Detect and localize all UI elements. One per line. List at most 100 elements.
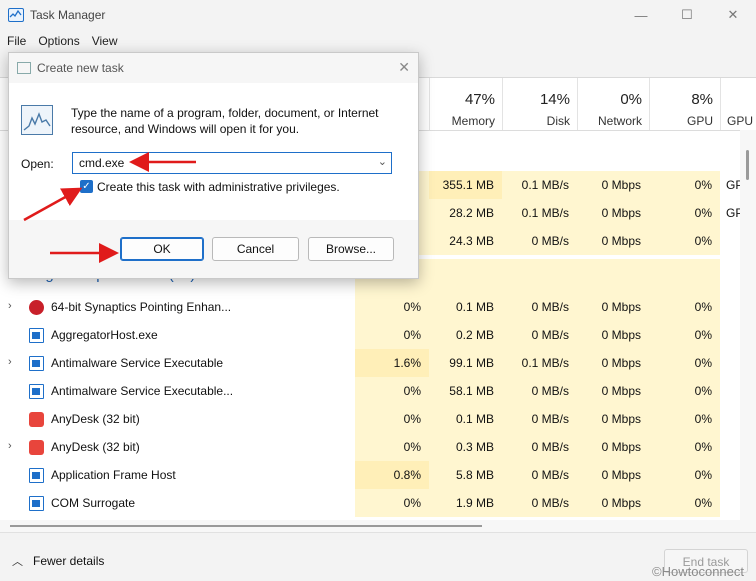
maximize-button[interactable]: ☐ — [664, 0, 710, 30]
menu-bar: File Options View — [0, 30, 756, 52]
gpu-engine-cell: GP — [726, 206, 742, 220]
gpu-cell: 0% — [649, 377, 720, 405]
network-cell: 0 Mbps — [577, 377, 649, 405]
network-cell: 0 Mbps — [577, 349, 649, 377]
memory-cell: 58.1 MB — [429, 377, 502, 405]
table-row[interactable]: Application Frame Host 0.8% 5.8 MB 0 MB/s 0 … — [0, 461, 740, 489]
admin-privileges-checkbox[interactable]: ✓ — [80, 180, 93, 193]
memory-cell: 99.1 MB — [429, 349, 502, 377]
heat-cell — [502, 259, 577, 293]
memory-label: Memory — [451, 114, 495, 128]
dialog-body: Type the name of a program, folder, docu… — [9, 83, 418, 220]
expand-chevron-icon[interactable]: › — [8, 300, 18, 314]
heat-cell — [649, 259, 720, 293]
dialog-title-bar: Create new task ✕ — [9, 53, 418, 83]
heat-cell — [429, 259, 502, 293]
memory-cell: 24.3 MB — [429, 227, 502, 255]
column-header-network[interactable]: 0% Network — [577, 78, 649, 130]
open-input[interactable]: cmd.exe — [79, 156, 124, 170]
network-cell: 0 Mbps — [577, 171, 649, 199]
process-name: Application Frame Host — [51, 468, 176, 482]
synaptics-icon — [29, 300, 44, 315]
table-row[interactable]: AnyDesk (32 bit) 0% 0.1 MB 0 MB/s 0 Mbps 0% — [0, 405, 740, 433]
watermark: ©Howtoconnect — [652, 564, 744, 579]
task-manager-icon — [8, 8, 24, 22]
gpu-cell: 0% — [649, 461, 720, 489]
disk-cell: 0.1 MB/s — [502, 171, 577, 199]
fewer-details-label: Fewer details — [33, 554, 105, 568]
disk-cell: 0.1 MB/s — [502, 199, 577, 227]
expand-chevron-icon[interactable]: › — [8, 356, 18, 370]
network-cell: 0 Mbps — [577, 405, 649, 433]
process-name: Antimalware Service Executable... — [51, 384, 234, 398]
menu-view[interactable]: View — [92, 30, 118, 52]
ok-button[interactable]: OK — [120, 237, 204, 261]
column-header-disk[interactable]: 14% Disk — [502, 78, 577, 130]
open-combobox[interactable]: cmd.exe ⌄ — [72, 152, 392, 174]
network-cell: 0 Mbps — [577, 489, 649, 517]
gpu-cell: 0% — [649, 321, 720, 349]
disk-cell: 0 MB/s — [502, 293, 577, 321]
table-row[interactable]: AggregatorHost.exe 0% 0.2 MB 0 MB/s 0 Mbps 0% — [0, 321, 740, 349]
cpu-cell: 0.8% — [355, 461, 429, 489]
column-header-gpu[interactable]: 8% GPU — [649, 78, 720, 130]
dialog-close-icon[interactable]: ✕ — [398, 59, 410, 76]
browse-button[interactable]: Browse... — [308, 237, 394, 261]
table-row[interactable]: › Antimalware Service Executable 1.6% 99.1 … — [0, 349, 740, 377]
cpu-cell: 0% — [355, 293, 429, 321]
scroll-thumb[interactable] — [746, 150, 749, 180]
cancel-button[interactable]: Cancel — [212, 237, 299, 261]
minimize-button[interactable]: — — [618, 0, 664, 30]
table-row[interactable]: › 64-bit Synaptics Pointing Enhan... 0% 0.1… — [0, 293, 740, 321]
table-row[interactable]: COM Surrogate 0% 1.9 MB 0 MB/s 0 Mbps 0% — [0, 489, 740, 517]
gpu-cell: 0% — [649, 349, 720, 377]
network-cell: 0 Mbps — [577, 293, 649, 321]
gpu-cell: 0% — [649, 199, 720, 227]
gpu-cell: 0% — [649, 433, 720, 461]
gpu-percent: 8% — [691, 91, 713, 108]
app-window-icon — [29, 356, 44, 371]
cpu-cell: 0% — [355, 321, 429, 349]
footer: ︿ Fewer details End task ©Howtoconnect — [0, 532, 756, 581]
expand-chevron-icon[interactable]: › — [8, 440, 18, 454]
disk-cell: 0 MB/s — [502, 227, 577, 255]
app-window-icon — [29, 384, 44, 399]
menu-options[interactable]: Options — [38, 30, 79, 52]
chevron-down-icon[interactable]: ⌄ — [378, 155, 387, 168]
memory-percent: 47% — [464, 91, 495, 108]
scroll-thumb[interactable] — [10, 525, 482, 527]
dialog-description: Type the name of a program, folder, docu… — [71, 106, 379, 136]
window-title: Task Manager — [30, 8, 106, 22]
memory-cell: 355.1 MB — [429, 171, 502, 199]
memory-cell: 1.9 MB — [429, 489, 502, 517]
process-name: 64-bit Synaptics Pointing Enhan... — [51, 300, 232, 314]
column-header-gpu-engine[interactable]: GPU e — [720, 78, 756, 130]
gpu-label: GPU — [686, 114, 713, 128]
process-name: Antimalware Service Executable — [51, 356, 224, 370]
column-header-memory[interactable]: 47% Memory — [429, 78, 502, 130]
vertical-scrollbar[interactable] — [740, 130, 756, 520]
horizontal-scrollbar[interactable] — [0, 520, 756, 532]
monitor-graph-icon — [21, 105, 53, 135]
admin-privileges-label[interactable]: Create this task with administrative pri… — [97, 180, 340, 194]
fewer-details-button[interactable]: ︿ Fewer details — [12, 553, 104, 569]
dialog-title: Create new task — [37, 61, 124, 75]
gpu-cell: 0% — [649, 227, 720, 255]
disk-cell: 0 MB/s — [502, 489, 577, 517]
disk-label: Disk — [546, 114, 570, 128]
anydesk-icon — [29, 412, 44, 427]
app-window-icon — [29, 496, 44, 511]
table-row[interactable]: Antimalware Service Executable... 0% 58.1 … — [0, 377, 740, 405]
process-name: COM Surrogate — [51, 496, 136, 510]
network-cell: 0 Mbps — [577, 321, 649, 349]
disk-cell: 0 MB/s — [502, 377, 577, 405]
memory-cell: 0.3 MB — [429, 433, 502, 461]
close-button[interactable]: ✕ — [710, 0, 756, 30]
menu-file[interactable]: File — [7, 30, 26, 52]
process-name: AggregatorHost.exe — [51, 328, 158, 342]
cpu-cell: 0% — [355, 433, 429, 461]
memory-cell: 0.1 MB — [429, 293, 502, 321]
table-row[interactable]: › AnyDesk (32 bit) 0% 0.3 MB 0 MB/s 0 Mbps 0% — [0, 433, 740, 461]
disk-cell: 0.1 MB/s — [502, 349, 577, 377]
process-name: AnyDesk (32 bit) — [51, 440, 140, 454]
